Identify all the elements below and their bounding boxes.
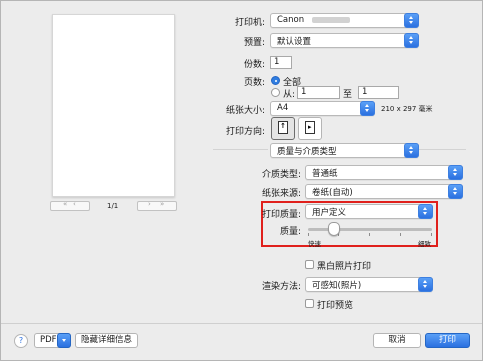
rotated-person-icon: ▸: [308, 123, 312, 131]
section-divider-left: [213, 149, 268, 150]
quality-min-label: 快速: [308, 240, 321, 248]
pages-all-radio[interactable]: [271, 76, 280, 85]
pages-from-input[interactable]: 1: [297, 86, 340, 99]
copies-input[interactable]: 1: [270, 56, 292, 69]
hide-details-button[interactable]: 隐藏详细信息: [75, 333, 138, 348]
printer-value: Canon: [277, 15, 305, 25]
chevron-down-icon: [57, 333, 71, 348]
footer-divider: [1, 323, 482, 324]
paper-source-popup[interactable]: 卷纸(自动): [305, 184, 463, 199]
presets-label: 预置:: [243, 38, 265, 48]
paper-size-label: 纸张大小:: [225, 106, 265, 116]
quality-slider-thumb[interactable]: [327, 222, 340, 236]
preview-label: 打印预览: [317, 301, 354, 311]
printer-name-redacted: [312, 17, 350, 23]
next-page-button[interactable]: › »: [137, 200, 177, 211]
presets-popup[interactable]: 默认设置: [270, 33, 419, 48]
slider-tick: [431, 233, 432, 236]
quality-max-label: 细致: [418, 240, 431, 248]
paper-size-value: A4: [277, 103, 289, 113]
quality-label: 质量:: [279, 227, 301, 237]
printer-label: 打印机:: [234, 18, 265, 28]
chevron-updown-icon: [360, 101, 375, 116]
slider-tick: [400, 233, 401, 236]
orientation-label: 打印方向:: [225, 127, 265, 137]
section-divider-right: [416, 149, 466, 150]
rendering-label: 渲染方法:: [261, 282, 301, 292]
slider-tick: [369, 233, 370, 236]
copies-label: 份数:: [243, 60, 265, 70]
chevron-updown-icon: [404, 143, 419, 158]
pages-label: 页数:: [243, 78, 265, 88]
pages-to-input[interactable]: 1: [358, 86, 399, 99]
pages-to-label: 至: [343, 90, 353, 100]
paper-size-popup[interactable]: A4: [270, 101, 375, 116]
pdf-label: PDF: [40, 335, 57, 345]
grayscale-checkbox[interactable]: [305, 260, 314, 269]
orientation-landscape-button[interactable]: ▸: [298, 117, 322, 140]
chevron-updown-icon: [404, 33, 419, 48]
page-preview: [52, 14, 175, 197]
page-indicator: 1/1: [107, 202, 119, 210]
chevron-updown-icon: [448, 165, 463, 180]
person-icon: ↑: [280, 122, 286, 130]
paper-dimensions: 210 x 297 毫米: [381, 105, 433, 113]
media-type-value: 普通纸: [312, 169, 338, 179]
print-button[interactable]: 打印: [425, 333, 470, 348]
orientation-portrait-button[interactable]: ↑: [271, 117, 295, 140]
cancel-button[interactable]: 取消: [373, 333, 421, 348]
presets-value: 默认设置: [277, 37, 312, 47]
print-dialog: « ‹ 1/1 › » 打印机: Canon 预置: 默认设置 份数: 1 页数…: [0, 0, 483, 361]
chevron-updown-icon: [404, 13, 419, 28]
pdf-menu-button[interactable]: PDF: [34, 333, 71, 348]
print-quality-popup[interactable]: 用户定义: [305, 204, 433, 219]
section-popup[interactable]: 质量与介质类型: [270, 143, 419, 158]
media-type-label: 介质类型:: [261, 170, 301, 180]
help-button[interactable]: ?: [14, 334, 28, 348]
pages-range-radio[interactable]: [271, 88, 280, 97]
media-type-popup[interactable]: 普通纸: [305, 165, 463, 180]
chevron-updown-icon: [418, 277, 433, 292]
slider-tick: [308, 233, 309, 236]
section-value: 质量与介质类型: [277, 147, 337, 157]
chevron-updown-icon: [448, 184, 463, 199]
grayscale-label: 黑白照片打印: [317, 262, 372, 272]
printer-popup[interactable]: Canon: [270, 13, 419, 28]
rendering-popup[interactable]: 可感知(照片): [305, 277, 433, 292]
paper-source-value: 卷纸(自动): [312, 188, 353, 198]
preview-checkbox[interactable]: [305, 299, 314, 308]
chevron-updown-icon: [418, 204, 433, 219]
pages-from-label: 从:: [283, 90, 296, 100]
print-quality-value: 用户定义: [312, 208, 347, 218]
paper-source-label: 纸张来源:: [261, 189, 301, 199]
rendering-value: 可感知(照片): [312, 281, 362, 291]
quality-slider-track[interactable]: [308, 228, 432, 236]
print-quality-label: 打印质量:: [261, 210, 301, 220]
first-page-button[interactable]: « ‹: [50, 200, 90, 211]
